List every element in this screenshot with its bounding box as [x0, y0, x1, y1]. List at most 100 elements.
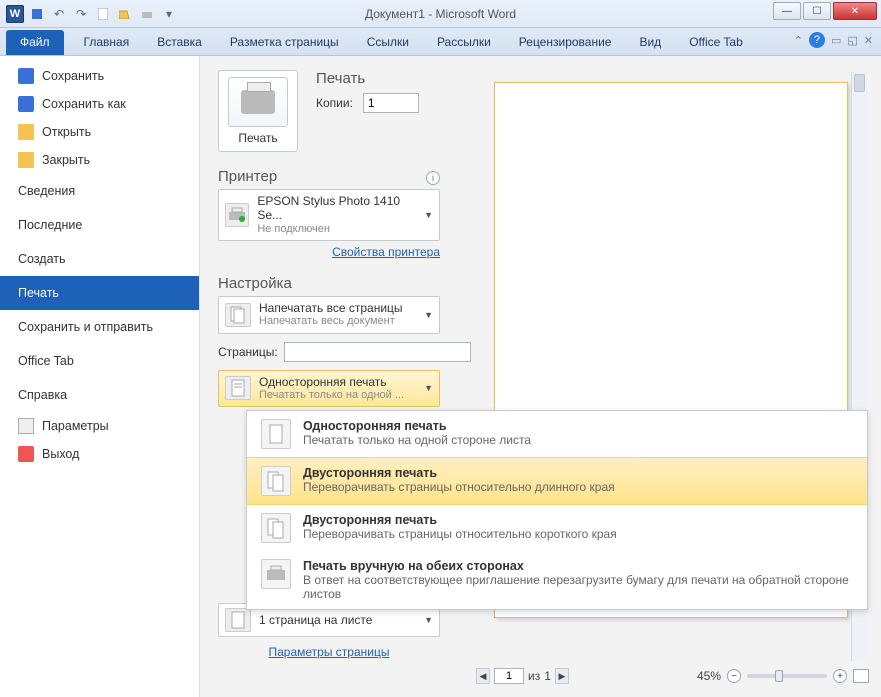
copies-input[interactable] [363, 93, 419, 113]
printer-selector[interactable]: EPSON Stylus Photo 1410 Se... Не подключ… [218, 189, 440, 241]
window-controls: — ☐ ✕ [773, 2, 877, 20]
zoom-out-button[interactable]: − [727, 669, 741, 683]
pages-icon [225, 303, 251, 327]
pages-input[interactable] [284, 342, 471, 362]
maximize-button[interactable]: ☐ [803, 2, 831, 20]
sidebar-label: Выход [42, 447, 79, 461]
ribbon-window-icon[interactable]: ◱ [847, 34, 857, 47]
tab-layout[interactable]: Разметка страницы [216, 30, 353, 55]
current-page-input[interactable] [494, 668, 524, 684]
print-range-selector[interactable]: Напечатать все страницы Напечатать весь … [218, 296, 440, 334]
prev-page-button[interactable]: ◀ [476, 668, 490, 684]
printer-info-icon[interactable]: i [426, 171, 440, 185]
tab-home[interactable]: Главная [70, 30, 144, 55]
duplex-option-manual[interactable]: Печать вручную на обеих сторонах В ответ… [247, 551, 867, 609]
sidebar-label: Сохранить как [42, 97, 126, 111]
duplex-option-short-edge[interactable]: Двусторонняя печать Переворачивать стран… [247, 505, 867, 551]
sidebar-item-exit[interactable]: Выход [0, 440, 199, 468]
sidebar-label: Печать [18, 286, 59, 300]
simplex-icon [225, 376, 251, 400]
zoom-fit-button[interactable] [853, 669, 869, 683]
option-sub: Печатать только на одной стороне листа [303, 433, 853, 447]
qat-new-icon[interactable] [94, 5, 112, 23]
printer-properties-link[interactable]: Свойства принтера [332, 245, 440, 259]
preview-statusbar: ◀ из 1 ▶ 45% − + [476, 665, 869, 687]
printer-status: Не подключен [257, 223, 416, 236]
save-icon [18, 68, 34, 84]
sidebar-item-saveas[interactable]: Сохранить как [0, 90, 199, 118]
qat-save-icon[interactable] [28, 5, 46, 23]
sidebar-item-options[interactable]: Параметры [0, 412, 199, 440]
chevron-down-icon: ▼ [424, 383, 433, 393]
printer-heading: Принтер [218, 168, 420, 185]
backstage-nav: Сохранить Сохранить как Открыть Закрыть … [0, 56, 200, 697]
zoom-slider-thumb[interactable] [775, 670, 783, 682]
option-title: Односторонняя печать [303, 419, 853, 433]
tab-references[interactable]: Ссылки [353, 30, 423, 55]
quick-access-toolbar: W ↶ ↷ ▾ [0, 5, 178, 23]
option-sub: В ответ на соответствующее приглашение п… [303, 573, 853, 601]
sidebar-label: Открыть [42, 125, 91, 139]
sidebar-item-save[interactable]: Сохранить [0, 62, 199, 90]
sidebar-label: Сохранить и отправить [18, 320, 153, 334]
page-setup-link[interactable]: Параметры страницы [269, 645, 390, 659]
sheet-icon [225, 608, 251, 632]
sidebar-item-new[interactable]: Создать [0, 242, 199, 276]
sidebar-label: Справка [18, 388, 67, 402]
sidebar-item-help[interactable]: Справка [0, 378, 199, 412]
zoom-controls: 45% − + [697, 669, 869, 683]
sidebar-item-print[interactable]: Печать [0, 276, 199, 310]
copies-label: Копии: [316, 96, 353, 110]
help-icon[interactable]: ? [809, 32, 825, 48]
option-title: Печать вручную на обеих сторонах [303, 559, 853, 573]
duplex-selector[interactable]: Односторонняя печать Печатать только на … [218, 370, 440, 408]
save-as-icon [18, 96, 34, 112]
ribbon-restore-icon[interactable]: ▭ [831, 34, 841, 47]
sidebar-label: Создать [18, 252, 66, 266]
close-folder-icon [18, 152, 34, 168]
titlebar: W ↶ ↷ ▾ Документ1 - Microsoft Word — ☐ ✕ [0, 0, 881, 28]
scrollbar-thumb[interactable] [854, 74, 865, 92]
sidebar-item-close[interactable]: Закрыть [0, 146, 199, 174]
duplex-option-simplex[interactable]: Односторонняя печать Печатать только на … [247, 411, 867, 457]
pages-per-sheet-title: 1 страница на листе [259, 613, 372, 627]
zoom-in-button[interactable]: + [833, 669, 847, 683]
zoom-slider[interactable] [747, 674, 827, 678]
duplex-option-long-edge[interactable]: Двусторонняя печать Переворачивать стран… [247, 457, 867, 505]
sidebar-item-open[interactable]: Открыть [0, 118, 199, 146]
settings-heading: Настройка [218, 275, 420, 292]
qat-redo-icon[interactable]: ↷ [72, 5, 90, 23]
minimize-button[interactable]: — [773, 2, 801, 20]
duplex-sub: Печатать только на одной ... [259, 389, 404, 402]
print-button-container: Печать [218, 70, 298, 152]
close-button[interactable]: ✕ [833, 2, 877, 20]
duplex-dropdown-list: Односторонняя печать Печатать только на … [246, 410, 868, 610]
tab-file[interactable]: Файл [6, 30, 64, 55]
ribbon-minimize-icon[interactable]: ⌃ [794, 34, 803, 47]
duplex-long-icon [261, 466, 291, 496]
qat-dropdown-icon[interactable]: ▾ [160, 5, 178, 23]
qat-quickprint-icon[interactable] [138, 5, 156, 23]
tab-mailings[interactable]: Рассылки [423, 30, 505, 55]
sidebar-label: Сохранить [42, 69, 104, 83]
open-folder-icon [18, 124, 34, 140]
printer-device-icon [225, 203, 249, 227]
tab-insert[interactable]: Вставка [143, 30, 216, 55]
print-range-title: Напечатать все страницы [259, 301, 403, 315]
manual-duplex-icon [261, 559, 291, 589]
sidebar-item-officetab[interactable]: Office Tab [0, 344, 199, 378]
tab-view[interactable]: Вид [625, 30, 675, 55]
print-heading: Печать [316, 70, 419, 87]
tab-review[interactable]: Рецензирование [505, 30, 626, 55]
sidebar-label: Сведения [18, 184, 75, 198]
qat-open-icon[interactable] [116, 5, 134, 23]
print-button[interactable] [228, 77, 288, 127]
sidebar-item-share[interactable]: Сохранить и отправить [0, 310, 199, 344]
tab-office-tab[interactable]: Office Tab [675, 30, 757, 55]
sidebar-item-info[interactable]: Сведения [0, 174, 199, 208]
ribbon-close-icon[interactable]: ✕ [864, 34, 873, 47]
qat-undo-icon[interactable]: ↶ [50, 5, 68, 23]
next-page-button[interactable]: ▶ [555, 668, 569, 684]
sidebar-item-recent[interactable]: Последние [0, 208, 199, 242]
options-icon [18, 418, 34, 434]
